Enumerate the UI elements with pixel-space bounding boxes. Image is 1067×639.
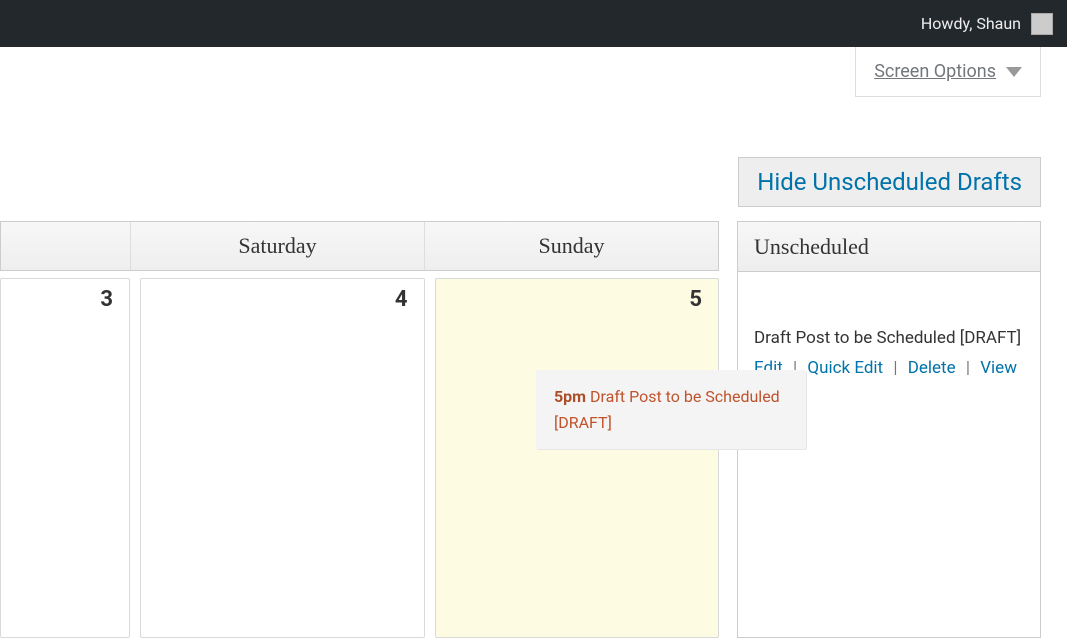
separator: | xyxy=(893,358,897,378)
day-headers: Saturday Sunday xyxy=(0,221,719,271)
admin-greeting[interactable]: Howdy, Shaun xyxy=(921,14,1021,33)
screen-options-toggle[interactable]: Screen Options xyxy=(855,47,1041,97)
event-chip[interactable]: 5pm Draft Post to be Scheduled [DRAFT] xyxy=(536,370,806,449)
cell-date: 4 xyxy=(395,287,408,312)
screen-options-label: Screen Options xyxy=(874,61,996,82)
calendar-cell[interactable]: 4 xyxy=(140,278,425,638)
event-time: 5pm xyxy=(554,387,586,406)
admin-bar: Howdy, Shaun xyxy=(0,0,1067,47)
separator: | xyxy=(966,358,970,378)
chevron-down-icon xyxy=(1006,67,1022,77)
delete-link[interactable]: Delete xyxy=(908,358,956,378)
hide-unscheduled-drafts-button[interactable]: Hide Unscheduled Drafts xyxy=(738,157,1041,207)
calendar-cell[interactable]: 5 xyxy=(435,278,720,638)
day-header-saturday: Saturday xyxy=(131,222,425,270)
content: Saturday Sunday 3 4 5 Unscheduled Draft … xyxy=(0,221,1067,638)
actions-row: Hide Unscheduled Drafts xyxy=(0,157,1067,207)
avatar[interactable] xyxy=(1031,13,1053,35)
event-title: Draft Post to be Scheduled [DRAFT] xyxy=(554,387,780,432)
day-header-partial xyxy=(1,222,131,270)
calendar-cell[interactable]: 3 xyxy=(0,278,130,638)
screen-options-row: Screen Options xyxy=(0,47,1067,97)
day-header-sunday: Sunday xyxy=(425,222,718,270)
quick-edit-link[interactable]: Quick Edit xyxy=(807,358,883,378)
cell-date: 3 xyxy=(100,287,113,312)
draft-title: Draft Post to be Scheduled [DRAFT] xyxy=(754,328,1024,348)
cell-date: 5 xyxy=(689,287,702,312)
view-link[interactable]: View xyxy=(980,358,1017,378)
unscheduled-header: Unscheduled xyxy=(738,222,1040,272)
cells-row: 3 4 5 xyxy=(0,278,719,638)
